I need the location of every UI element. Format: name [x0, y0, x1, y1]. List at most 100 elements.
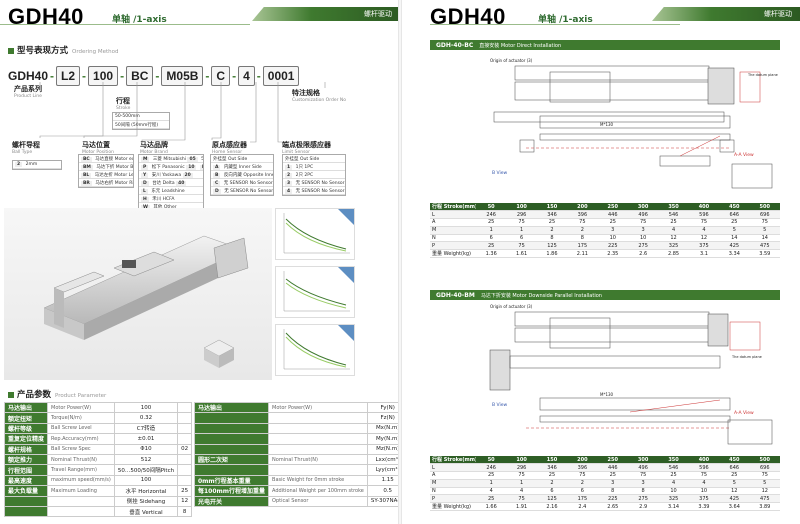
param-row: 侧挂 Sidehang 12 — [3, 495, 193, 507]
table-cell: L — [430, 463, 476, 473]
pos-option: BR 马达右折 Motor Right Side — [79, 179, 133, 187]
table-cell: 5 — [749, 479, 780, 488]
param-cell: Lxx(cm⁴) — [366, 453, 400, 466]
option-text: Motor exposed — [114, 157, 133, 162]
option-text: Mitsubishi — [163, 157, 187, 162]
table-cell: 75 — [506, 218, 537, 227]
option-code: H — [141, 197, 149, 202]
drawing-note: Origin of actuator (3) — [490, 304, 533, 309]
right-header: GDH40 单轴 /1-axis 螺杆驱动 — [400, 0, 800, 32]
table-cell: 75 — [688, 218, 720, 227]
param-cell: 0.32 — [113, 412, 179, 424]
table-cell: 2.85 — [658, 249, 689, 259]
param-row: My(N.m)80 — [193, 433, 400, 445]
param-row: Mz(N.m)80 — [193, 443, 400, 455]
table-row: M1122334455 — [430, 226, 780, 235]
param-cell — [193, 443, 270, 455]
motor-brand-options: M 三菱 Mitsubishi 05 50W B P 松下 Panasonic … — [138, 154, 204, 212]
param-cell: 螺杆等级 — [3, 422, 49, 435]
table-cell: 12 — [688, 234, 720, 243]
table-cell: 6 — [476, 234, 507, 243]
param-row: 额定推力 Nominal Thrust(N) 512 — [3, 453, 193, 466]
brand-option: P 松下 Panasonic 10 N — [139, 163, 203, 171]
param-cell: 100 — [113, 474, 179, 487]
option-text: Panasonic — [162, 165, 185, 170]
table-cell: 10 — [658, 487, 689, 496]
header-cell: 500 — [749, 203, 780, 212]
table-cell: 3.59 — [749, 249, 780, 259]
brand-option: D 台达 Delta 40 — [139, 179, 203, 187]
table-cell: 475 — [749, 494, 780, 504]
table-cell: 6 — [536, 487, 568, 496]
table-cell: P — [430, 494, 476, 504]
table-cell: 6 — [506, 234, 537, 243]
param-cell: 重复定位精度 — [3, 433, 49, 445]
param-cell — [193, 433, 270, 445]
table-cell: N — [430, 487, 476, 496]
option-code: 3 — [285, 181, 293, 186]
header-cell: 200 — [567, 203, 598, 212]
drawing-note: A-A View — [734, 410, 754, 416]
param-cell: Nominal Thrust(N) — [47, 453, 115, 466]
param-cell: 512 — [113, 453, 179, 466]
param-cell — [268, 422, 368, 435]
table-cell: 4 — [688, 479, 720, 488]
table-cell: 446 — [597, 210, 628, 220]
table-cell: 12 — [719, 487, 750, 496]
param-cell — [47, 495, 115, 507]
drawing-note: B View — [492, 402, 508, 408]
table-cell: 14 — [749, 234, 780, 243]
header-cell: 50 — [476, 456, 507, 465]
table-cell: 5 — [719, 479, 750, 488]
option-code: 40 — [176, 181, 187, 186]
option-text: 外挂型 — [213, 157, 227, 162]
table-cell: 25 — [719, 471, 750, 480]
option-text: HCFA — [162, 197, 175, 202]
table-cell: 4 — [476, 487, 507, 496]
param-cell: C7转造 — [113, 422, 179, 435]
param-row: 行程范围 Travel Range(mm) 50…500/50间隔Pitch — [3, 464, 193, 476]
option-text: 2只 — [295, 173, 303, 178]
ordering-title-en: Ordering Method — [72, 49, 119, 55]
param-cell: 每100mm行程增加重量 — [193, 485, 270, 497]
table-cell: 25 — [536, 471, 568, 480]
header-cell: 450 — [719, 203, 750, 212]
product-photo — [4, 208, 272, 380]
bm-technical-drawing: Origin of actuator (3) B View A-A View M… — [489, 304, 773, 445]
header-cell: 250 — [597, 203, 628, 212]
table-cell: 3.1 — [688, 249, 720, 259]
param-row: 马达输出 Motor Power(W) 100 — [3, 401, 193, 414]
table-cell: 1.86 — [536, 249, 568, 259]
pos-option: BL 马达左折 Motor Left Side — [79, 171, 133, 179]
left-header: GDH40 单轴 /1-axis 螺杆驱动 — [0, 0, 400, 32]
home-sensor-label: 原点感应器 Home Sensor — [212, 141, 247, 155]
param-cell: 侧挂 Sidehang — [113, 495, 179, 507]
param-cell: 垂直 Vertical — [113, 505, 179, 518]
table-cell: 596 — [688, 210, 720, 220]
table-cell: M — [430, 479, 476, 488]
table-cell: 3.39 — [688, 502, 720, 512]
option-text: 安川 — [151, 173, 161, 178]
header-cell: 250 — [597, 456, 628, 465]
table-cell: 75 — [627, 218, 659, 227]
param-cell — [47, 505, 115, 518]
table-cell: 375 — [688, 494, 720, 504]
param-cell: 25 — [177, 485, 193, 497]
option-text: 2mm — [25, 162, 38, 167]
home-option: D 无 SENSOR No Sensor — [211, 187, 273, 195]
option-text: Motor Left Side — [114, 173, 133, 178]
option-code: BC — [81, 157, 92, 162]
param-row: Mx(N.m)115 — [193, 422, 400, 435]
param-row: 额定扭矩 Torque(N/m) 0.32 — [3, 412, 193, 424]
table-cell: 1.36 — [476, 249, 507, 259]
table-cell: 5 — [749, 226, 780, 235]
header-rule — [430, 24, 680, 25]
table-cell: 75 — [749, 471, 780, 480]
badge-label: 螺杆驱动 — [364, 10, 392, 18]
header-cell: 300 — [627, 203, 659, 212]
table-cell: 1 — [476, 226, 507, 235]
brand-option: L 东元 Leadshine — [139, 187, 203, 195]
option-code: 10 — [186, 165, 197, 170]
table-cell: 346 — [536, 463, 568, 473]
table-cell: 446 — [597, 463, 628, 473]
